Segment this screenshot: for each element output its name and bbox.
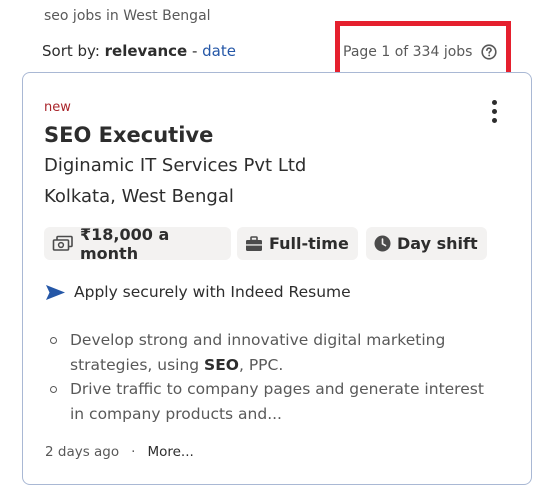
- company-name: Diginamic IT Services Pvt Ltd: [44, 155, 307, 176]
- more-options-icon[interactable]: [490, 100, 498, 126]
- page-count: Page 1 of 334 jobs: [343, 44, 473, 60]
- sort-by-date-link[interactable]: date: [202, 42, 236, 60]
- shift-chip: Day shift: [366, 227, 487, 260]
- more-link[interactable]: More...: [147, 444, 193, 460]
- footer-separator: ·: [131, 444, 136, 460]
- help-icon[interactable]: [481, 44, 497, 60]
- job-snippet: Develop strong and innovative digital ma…: [49, 328, 489, 426]
- job-type-label: Full-time: [269, 234, 349, 253]
- sort-controls: Sort by: relevance - date: [42, 42, 236, 60]
- snippet-item: Drive traffic to company pages and gener…: [49, 377, 489, 426]
- search-query-label: seo jobs in West Bengal: [44, 8, 211, 24]
- send-arrow-icon: [46, 284, 65, 300]
- shift-label: Day shift: [397, 234, 478, 253]
- salary-chip: ₹18,000 a month: [44, 224, 231, 263]
- salary-icon: [52, 235, 73, 251]
- job-card[interactable]: new SEO Executive Diginamic IT Services …: [22, 72, 532, 485]
- job-type-chip: Full-time: [237, 227, 358, 260]
- clock-icon: [374, 235, 391, 252]
- sort-relevance: relevance: [104, 42, 188, 60]
- salary-label: ₹18,000 a month: [80, 224, 170, 263]
- job-location: Kolkata, West Bengal: [44, 186, 234, 207]
- new-badge: new: [44, 100, 71, 115]
- card-footer: 2 days ago · More...: [45, 444, 194, 460]
- sort-separator: -: [187, 42, 203, 60]
- snippet-item: Develop strong and innovative digital ma…: [49, 328, 489, 377]
- easy-apply-row: Apply securely with Indeed Resume: [45, 283, 351, 301]
- job-title[interactable]: SEO Executive: [44, 123, 213, 147]
- apply-text: Apply securely with Indeed Resume: [74, 283, 351, 301]
- briefcase-icon: [246, 235, 262, 251]
- sort-prefix: Sort by:: [42, 42, 105, 60]
- posted-date: 2 days ago: [45, 444, 120, 460]
